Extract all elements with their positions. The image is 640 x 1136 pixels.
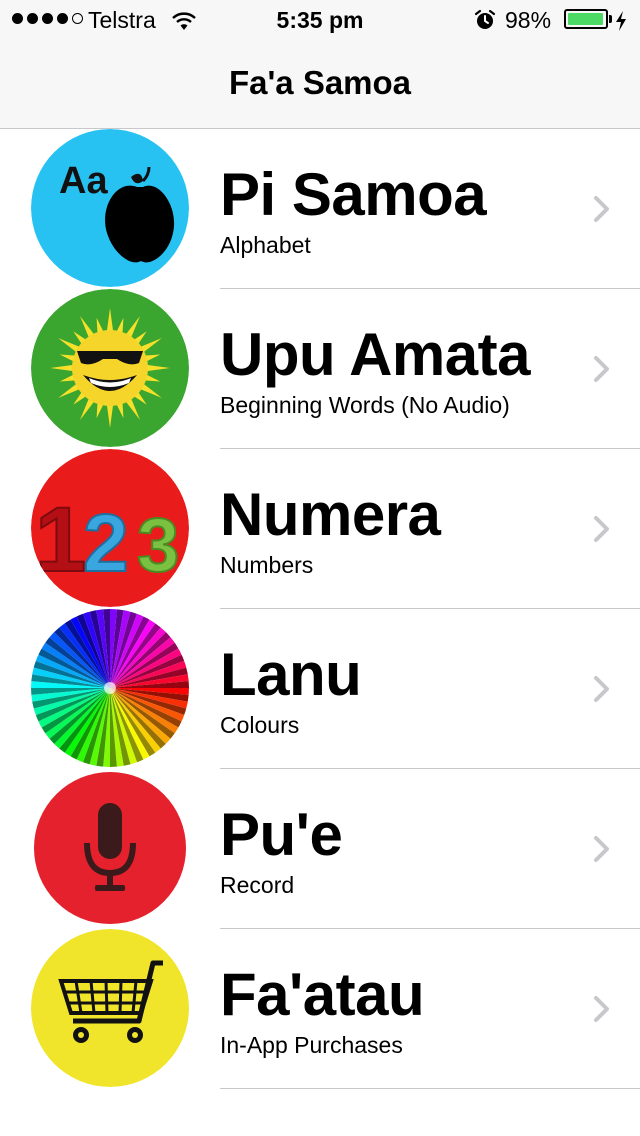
menu-item-subtitle: Alphabet (220, 232, 311, 258)
menu-item-record[interactable]: Pu'e Record (0, 769, 640, 929)
shopping-cart-icon (31, 929, 189, 1087)
battery-tip (609, 15, 612, 23)
menu-item-subtitle: Record (220, 872, 295, 898)
chevron-right-icon (594, 516, 609, 542)
battery-fill (568, 13, 604, 25)
menu-item-in-app-purchases[interactable]: Fa'atau In-App Purchases (0, 929, 640, 1089)
menu-item-colours[interactable]: Lanu Colours (0, 609, 640, 769)
charging-bolt-icon (615, 10, 627, 37)
menu-item-subtitle: Beginning Words (No Audio) (220, 392, 510, 418)
chevron-right-icon (594, 676, 609, 702)
alarm-clock-icon (474, 9, 496, 37)
status-bar: Telstra 5:35 pm 98% (0, 0, 640, 40)
menu-item-alphabet[interactable]: Aa Pi Samoa Alphabet (0, 129, 640, 289)
chevron-right-icon (594, 836, 609, 862)
chevron-right-icon (594, 196, 609, 222)
battery-percent: 98% (505, 7, 552, 33)
menu-item-subtitle: In-App Purchases (220, 1032, 403, 1058)
menu-item-title: Numera (220, 481, 441, 548)
svg-text:1: 1 (35, 489, 86, 591)
menu-item-subtitle: Numbers (220, 552, 314, 578)
menu-item-title: Lanu (220, 641, 362, 708)
menu-item-title: Fa'atau (220, 961, 425, 1028)
svg-text:2: 2 (83, 498, 129, 589)
menu-item-subtitle: Colours (220, 712, 300, 738)
chevron-right-icon (594, 996, 609, 1022)
menu-item-beginning-words[interactable]: Upu Amata Beginning Words (No Audio) (0, 289, 640, 449)
sun-icon (31, 289, 189, 447)
svg-text:Aa: Aa (59, 160, 108, 202)
color-burst-icon (31, 609, 189, 767)
menu-item-title: Pi Samoa (220, 161, 487, 228)
menu-item-title: Pu'e (220, 801, 343, 868)
menu-item-title: Upu Amata (220, 321, 530, 388)
alphabet-apple-icon: Aa (31, 129, 189, 287)
nav-title: Fa'a Samoa (228, 64, 412, 101)
chevron-right-icon (594, 356, 609, 382)
menu-list: Aa Pi Samoa Alphabet Upu Amata Beginning… (0, 129, 640, 1089)
microphone-icon (31, 769, 189, 927)
numbers-123-icon: 1 2 3 (31, 449, 189, 607)
svg-text:3: 3 (137, 503, 179, 588)
menu-item-numbers[interactable]: 1 2 3 Numera Numbers (0, 449, 640, 609)
top-bar: Telstra 5:35 pm 98% Fa'a Samoa (0, 0, 640, 129)
battery-icon (564, 9, 608, 29)
